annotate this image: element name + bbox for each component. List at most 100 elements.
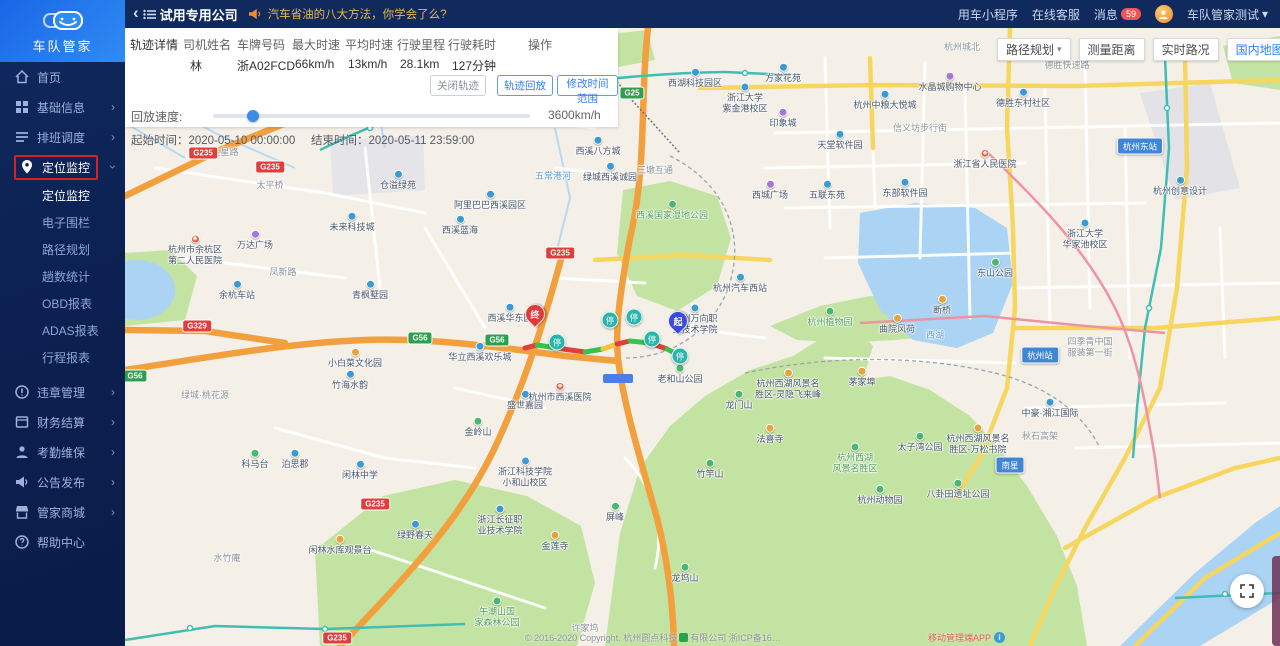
road-shield-G56: G56: [407, 332, 432, 345]
map-controls: 路径规划▾测量距离实时路况国内地图海外地图: [997, 38, 1280, 61]
sidebar-subitem-6[interactable]: 行程报表: [0, 344, 125, 371]
panel-value-5: 127分钟: [452, 57, 496, 74]
stop-marker-0[interactable]: 停: [549, 334, 566, 351]
end-time-label: 结束时间：: [311, 135, 369, 147]
map-control-0[interactable]: 路径规划▾: [997, 38, 1071, 61]
sidebar-item-top-3[interactable]: 定位监控 ›: [0, 152, 125, 182]
sidebar-subitem-1[interactable]: 电子围栏: [0, 209, 125, 236]
avatar-person-icon: [1158, 9, 1169, 20]
panel-header-4: 平均时速: [345, 36, 393, 53]
road-shield-G235: G235: [255, 161, 285, 174]
sidebar-item-top-0[interactable]: 首页: [0, 62, 125, 92]
start-time: 起始时间：2020-05-10 00:00:00: [131, 132, 295, 148]
sidebar-subitem-2[interactable]: 路径规划: [0, 236, 125, 263]
map-control-3[interactable]: 国内地图: [1227, 38, 1280, 61]
announcement-text: 汽车省油的八大方法，你学会了么?: [268, 6, 447, 22]
clipped-side-control: [1272, 556, 1280, 646]
stop-marker-2[interactable]: 停: [626, 309, 643, 326]
start-time-label: 起始时间：: [131, 135, 189, 147]
sidebar-item-bottom-0[interactable]: 违章管理›: [0, 377, 125, 407]
horn-icon: [14, 474, 30, 490]
road-shield-G235: G235: [545, 247, 575, 260]
operation-header: 操作: [480, 36, 600, 53]
messages-count-badge: 59: [1121, 8, 1141, 20]
app-title: 车队管家: [32, 36, 92, 55]
road-shield-G56: G56: [125, 370, 148, 383]
map-station-badge: 南星: [995, 457, 1024, 474]
panel-header-0: 轨迹详情: [130, 36, 178, 53]
sidebar-item-top-2[interactable]: 排班调度›: [0, 122, 125, 152]
chevron-right-icon: ›: [111, 130, 115, 144]
playback-speed-label: 回放速度:: [131, 108, 182, 125]
sidebar-item-bottom-3[interactable]: 公告发布›: [0, 467, 125, 497]
sidebar-item-top-1[interactable]: 基础信息›: [0, 92, 125, 122]
end-time-value: 2020-05-11 23:59:00: [369, 135, 475, 147]
map-control-1[interactable]: 测量距离: [1079, 38, 1145, 61]
sidebar-item-bottom-2[interactable]: 考勤维保›: [0, 437, 125, 467]
mobile-app-link[interactable]: 移动管理端APP i: [928, 631, 1005, 644]
sidebar-subitem-4[interactable]: OBD报表: [0, 290, 125, 317]
chevron-right-icon: ›: [111, 475, 115, 489]
fullscreen-button[interactable]: [1230, 574, 1264, 608]
pin-icon: [19, 159, 35, 175]
panel-button-2[interactable]: 修改时间范围: [557, 75, 618, 96]
messages-label: 消息: [1094, 6, 1118, 23]
sidebar: 车队管家 首页基础信息›排班调度›定位监控› 定位监控电子围栏路径规划趟数统计O…: [0, 0, 125, 646]
panel-value-2: 66km/h: [295, 57, 334, 71]
topbar: ‹ 试用专用公司 汽车省油的八大方法，你学会了么? 用车小程序 在线客服 消息 …: [125, 0, 1280, 28]
alert-icon: [14, 384, 30, 400]
start-pin[interactable]: 起: [668, 311, 688, 331]
sidebar-main-menu: 首页基础信息›排班调度› 定位监控 ›: [0, 62, 125, 182]
sidebar-item-bottom-4[interactable]: 管家商城 ›: [0, 497, 125, 527]
company-name[interactable]: 试用专用公司: [160, 5, 238, 24]
question-icon: [14, 534, 30, 550]
panel-header-2: 车牌号码: [237, 36, 285, 53]
home-icon: [14, 69, 30, 85]
sidebar-bottom-menu: 违章管理›财务结算›考勤维保›公告发布› 管家商城 › 帮助中心: [0, 377, 125, 557]
playback-speed-slider[interactable]: [213, 114, 530, 118]
map-control-2[interactable]: 实时路况: [1153, 38, 1219, 61]
end-time: 结束时间：2020-05-11 23:59:00: [311, 132, 474, 148]
mini-program-link[interactable]: 用车小程序: [958, 6, 1018, 23]
topbar-right: 用车小程序 在线客服 消息 59 车队管家测试 ▾: [958, 5, 1280, 23]
store-icon: [14, 504, 30, 520]
sidebar-item-bottom-1[interactable]: 财务结算›: [0, 407, 125, 437]
map-station-badge: 杭州站: [1021, 347, 1059, 364]
chevron-down-icon: ▾: [1262, 7, 1268, 21]
sidebar-subitem-3[interactable]: 趟数统计: [0, 263, 125, 290]
chevron-right-icon: ›: [111, 445, 115, 459]
slider-handle[interactable]: [247, 110, 259, 122]
stop-marker-3[interactable]: 停: [644, 331, 661, 348]
panel-value-1: 浙A02FCD: [237, 57, 295, 74]
sidebar-subitem-5[interactable]: ADAS报表: [0, 317, 125, 344]
end-pin[interactable]: 终: [525, 304, 545, 324]
end-pin-shape: 终: [521, 300, 549, 328]
panel-value-4: 28.1km: [400, 57, 439, 71]
panel-value-0: 林: [190, 57, 202, 74]
online-service-link[interactable]: 在线客服: [1032, 6, 1080, 23]
company-list-icon[interactable]: [143, 9, 156, 20]
sidebar-item-label: 管家商城: [37, 504, 85, 521]
sidebar-subitem-0[interactable]: 定位监控: [0, 182, 125, 209]
map-station-badge: 杭州东站: [1117, 138, 1163, 155]
sidebar-item-label: 帮助中心: [37, 534, 85, 551]
map-control-label: 实时路况: [1162, 41, 1210, 58]
panel-button-0[interactable]: 关闭轨迹: [430, 75, 486, 96]
messages-link[interactable]: 消息 59: [1094, 6, 1141, 23]
road-shield-G235: G235: [188, 147, 218, 160]
stop-marker-1[interactable]: 停: [602, 312, 619, 329]
account-menu[interactable]: 车队管家测试 ▾: [1187, 6, 1268, 23]
chevron-right-icon: ›: [111, 505, 115, 519]
start-pin-shape: 起: [664, 307, 692, 335]
avatar[interactable]: [1155, 5, 1173, 23]
active-menu-highlight: 定位监控: [14, 155, 98, 180]
grid-icon: [14, 99, 30, 115]
book-icon: [14, 414, 30, 430]
chevron-down-icon: ›: [106, 165, 120, 169]
sidebar-item-bottom-5[interactable]: 帮助中心: [0, 527, 125, 557]
road-shield-G329: G329: [182, 320, 212, 333]
panel-button-1[interactable]: 轨迹回放: [497, 75, 553, 96]
app-window: 车队管家 首页基础信息›排班调度›定位监控› 定位监控电子围栏路径规划趟数统计O…: [0, 0, 1280, 646]
back-chevron-icon[interactable]: ‹: [133, 3, 139, 23]
stop-marker-4[interactable]: 停: [672, 348, 689, 365]
